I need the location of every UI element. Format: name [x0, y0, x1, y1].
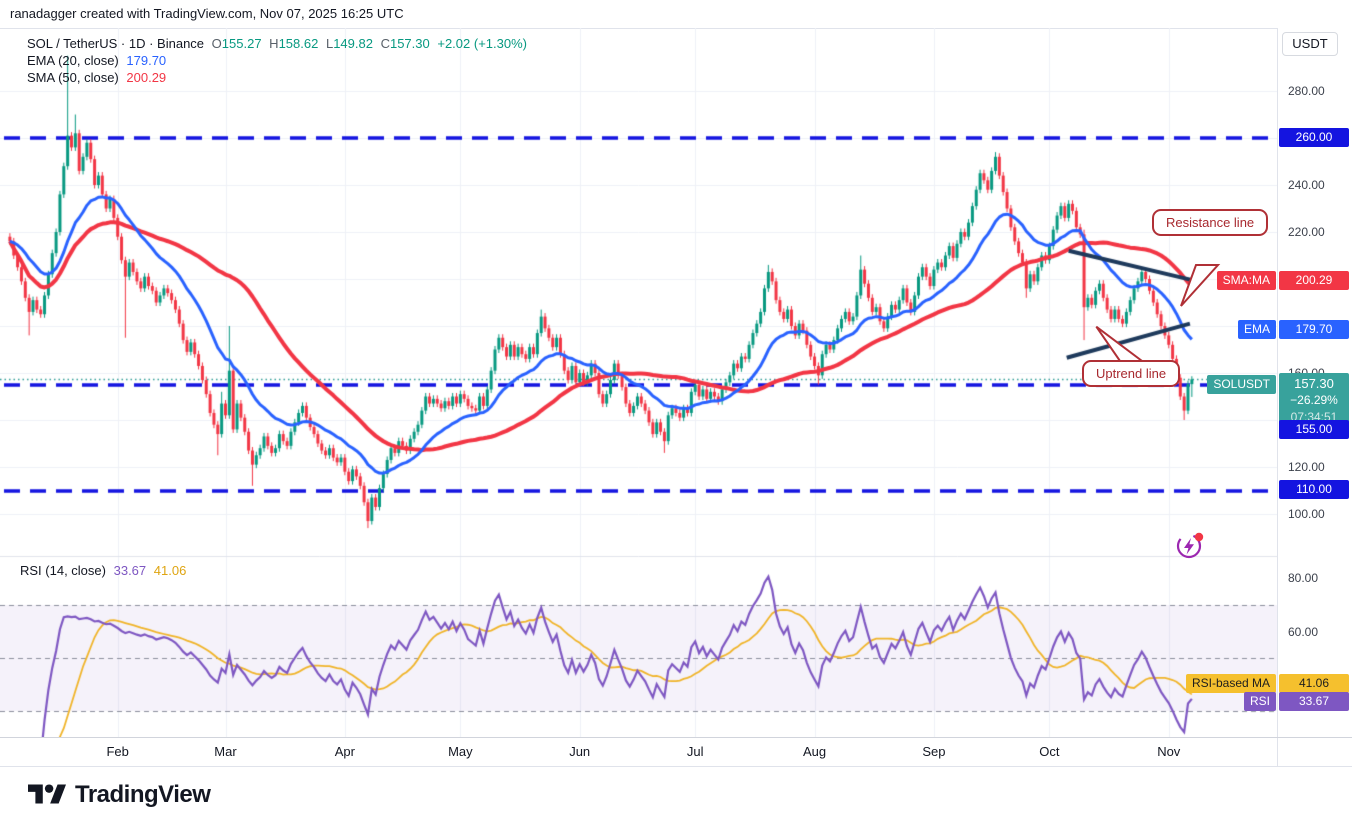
- month-label-apr: Apr: [335, 744, 355, 759]
- currency-button[interactable]: USDT: [1282, 32, 1338, 56]
- level-260-badge: 260.00: [1279, 128, 1349, 147]
- symbol-axis-chip: SOLUSDT: [1207, 375, 1276, 394]
- tradingview-chart-page: ranadagger created with TradingView.com,…: [0, 0, 1352, 826]
- symbol-title: SOL / TetherUS · 1D · Binance: [27, 36, 204, 51]
- last-price: 157.30: [1279, 375, 1349, 392]
- close-value: 157.30: [390, 36, 430, 51]
- low-value: 149.82: [333, 36, 373, 51]
- ema-axis-badge: 179.70: [1279, 320, 1349, 339]
- ema-legend[interactable]: EMA (20, close) 179.70: [27, 53, 170, 68]
- month-label-mar: Mar: [214, 744, 236, 759]
- axis-label: 220.00: [1288, 225, 1325, 239]
- resistance-callout-text: Resistance line: [1166, 215, 1254, 230]
- ema-value: 179.70: [126, 53, 166, 68]
- ema-label: EMA (20, close): [27, 53, 119, 68]
- uptrend-tail: [1096, 327, 1142, 361]
- high-value: 158.62: [279, 36, 319, 51]
- month-label-jun: Jun: [569, 744, 590, 759]
- open-value: 155.27: [222, 36, 262, 51]
- month-label-jul: Jul: [687, 744, 704, 759]
- sma-axis-chip: SMA:MA: [1217, 271, 1276, 290]
- high-label: H: [269, 36, 278, 51]
- rsi-axis-chip: RSI: [1244, 692, 1276, 711]
- month-label-may: May: [448, 744, 473, 759]
- axis-label: 80.00: [1288, 571, 1318, 585]
- month-label-aug: Aug: [803, 744, 826, 759]
- sma-value: 200.29: [126, 70, 166, 85]
- rsi-ma-axis-badge: 41.06: [1279, 674, 1349, 693]
- rsi-value: 33.67: [114, 563, 147, 578]
- tradingview-logo-icon: [28, 780, 66, 810]
- axis-label: 60.00: [1288, 625, 1318, 639]
- watermark-bar: ranadagger created with TradingView.com,…: [0, 0, 1352, 28]
- tradingview-logo: TradingView: [28, 780, 210, 810]
- month-label-sep: Sep: [922, 744, 945, 759]
- rsi-legend[interactable]: RSI (14, close) 33.67 41.06: [20, 563, 190, 578]
- axis-label: 240.00: [1288, 178, 1325, 192]
- month-label-oct: Oct: [1039, 744, 1059, 759]
- ema-axis-chip: EMA: [1238, 320, 1276, 339]
- tradingview-logo-text: TradingView: [75, 781, 210, 809]
- symbol-legend[interactable]: SOL / TetherUS · 1D · Binance O155.27 H1…: [27, 36, 531, 51]
- last-price-change: −26.29%: [1279, 392, 1349, 409]
- rsi-ma-axis-chip: RSI-based MA: [1186, 674, 1276, 693]
- axis-label: 100.00: [1288, 507, 1325, 521]
- open-label: O: [212, 36, 222, 51]
- rsi-axis-badge: 33.67: [1279, 692, 1349, 711]
- axis-label: 120.00: [1288, 460, 1325, 474]
- uptrend-callout-text: Uptrend line: [1096, 366, 1166, 381]
- change-value: +2.02 (+1.30%): [437, 36, 527, 51]
- level-155-badge: 155.00: [1279, 420, 1349, 439]
- level-110-badge: 110.00: [1279, 480, 1349, 499]
- resistance-line-callout[interactable]: Resistance line: [1152, 209, 1268, 236]
- watermark-text: ranadagger created with TradingView.com,…: [10, 6, 404, 21]
- rsi-ma-value: 41.06: [154, 563, 187, 578]
- time-axis-line: [0, 737, 1352, 738]
- axis-separator: [1277, 28, 1278, 766]
- month-label-nov: Nov: [1157, 744, 1180, 759]
- sma-label: SMA (50, close): [27, 70, 119, 85]
- uptrend-line-callout[interactable]: Uptrend line: [1082, 360, 1180, 387]
- rsi-label: RSI (14, close): [20, 563, 106, 578]
- month-label-feb: Feb: [106, 744, 128, 759]
- bottom-divider: [0, 766, 1352, 767]
- sma-axis-badge: 200.29: [1279, 271, 1349, 290]
- axis-label: 280.00: [1288, 84, 1325, 98]
- sma-legend[interactable]: SMA (50, close) 200.29: [27, 70, 170, 85]
- close-label: C: [381, 36, 390, 51]
